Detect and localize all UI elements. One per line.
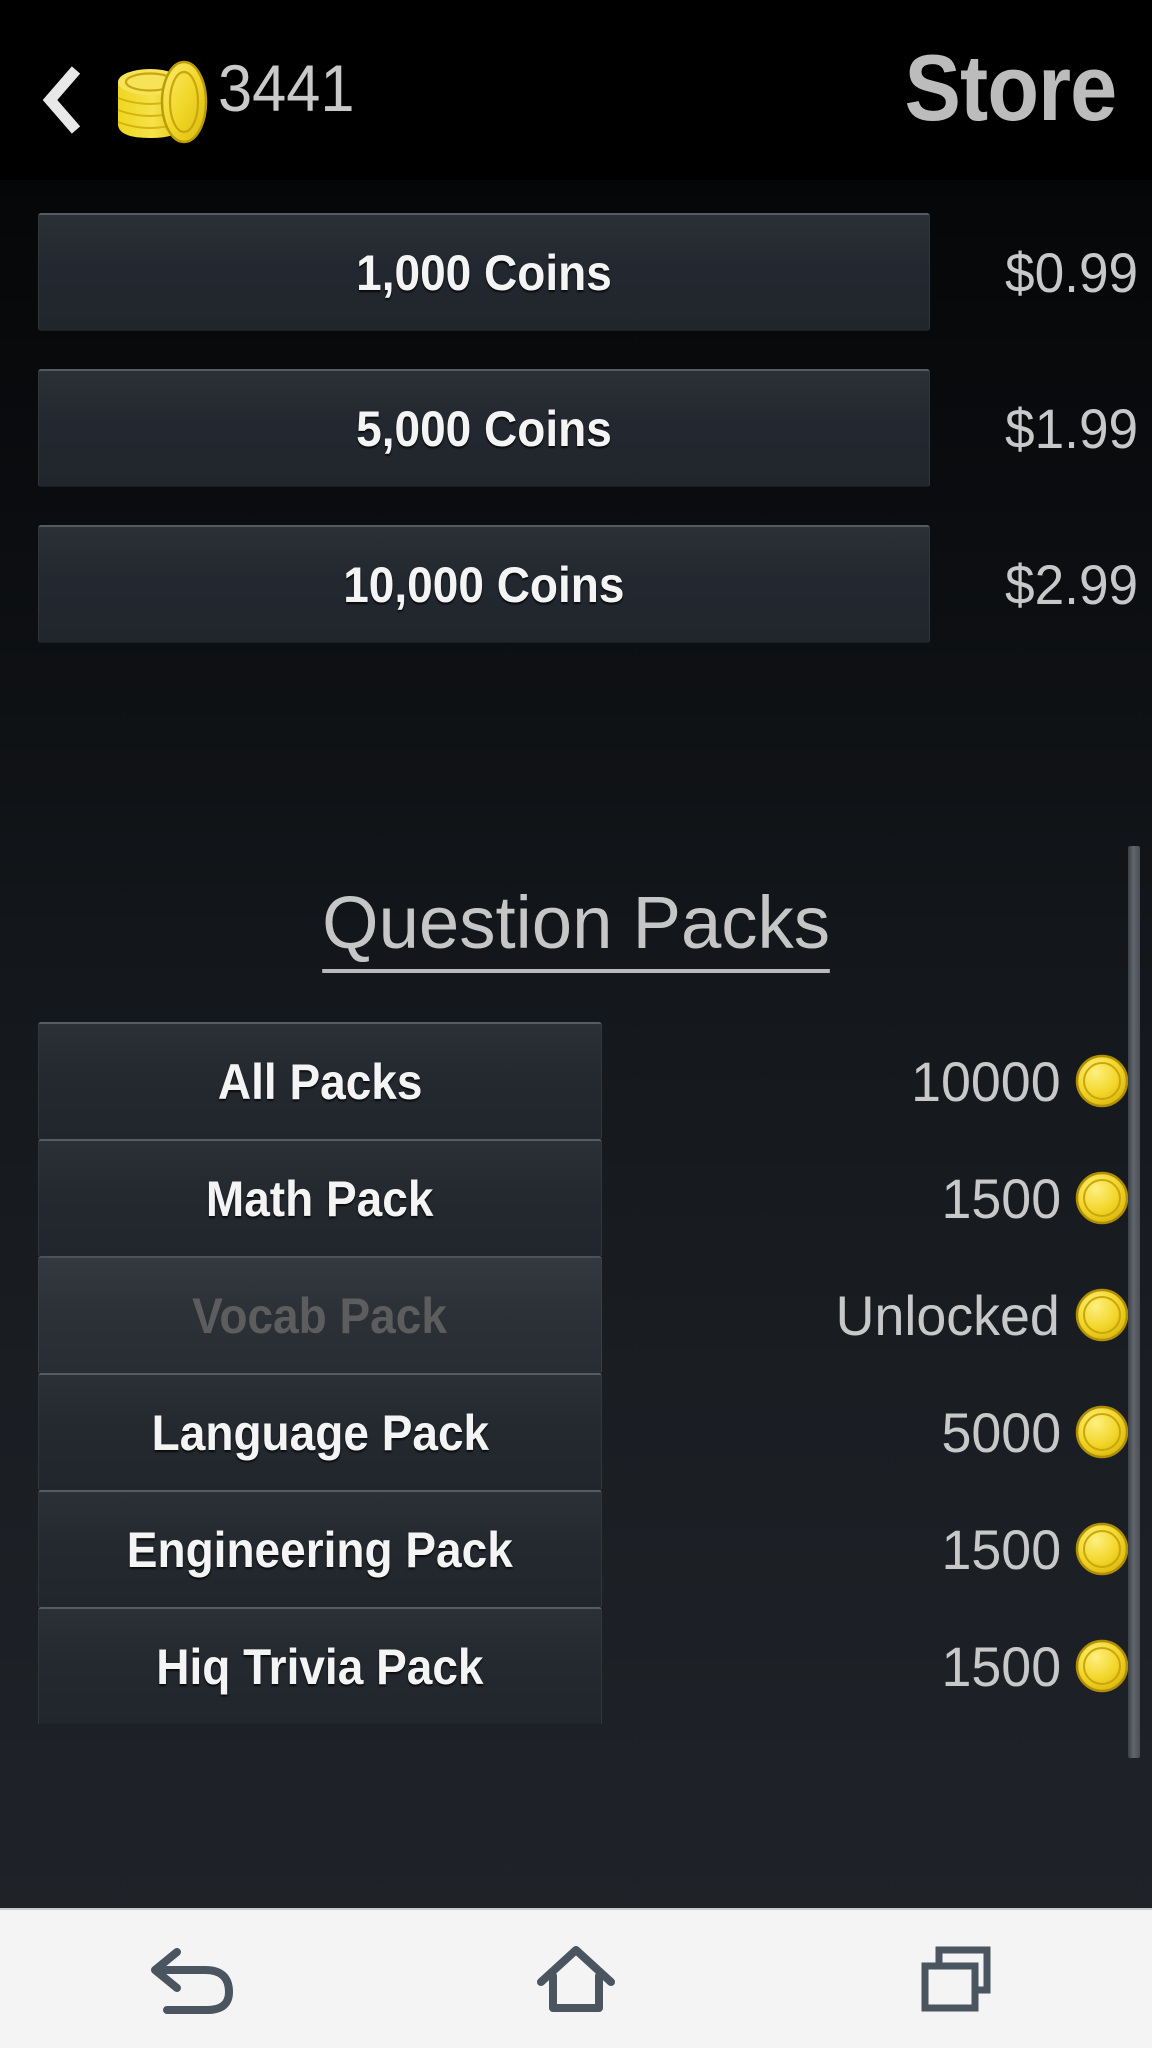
pack-button-all-packs[interactable]: All Packs [38,1022,602,1140]
coin-icon [1075,1522,1129,1576]
pack-button-math-pack[interactable]: Math Pack [38,1139,602,1257]
pack-status: Unlocked [835,1283,1060,1347]
buy-coins-button-10000[interactable]: 10,000 Coins [38,525,930,643]
pack-button-language-pack[interactable]: Language Pack [38,1373,602,1491]
pack-button-hiq-trivia-pack[interactable]: Hiq Trivia Pack [38,1607,602,1725]
pack-price-group: 1500 [939,1607,1130,1725]
header-bar: 3441 Store [0,0,1152,180]
coin-icon [1075,1639,1129,1693]
pack-button-engineering-pack[interactable]: Engineering Pack [38,1490,602,1608]
pack-label: Engineering Pack [126,1521,514,1578]
pack-label: Math Pack [206,1170,434,1227]
list-item: All Packs 10000 [0,1022,1152,1140]
list-item: Hiq Trivia Pack 1500 [0,1607,1152,1725]
list-item: Math Pack 1500 [0,1139,1152,1257]
pack-label: Vocab Pack [192,1287,448,1344]
pack-price-group: 1500 [939,1490,1130,1608]
page-title: Store [904,35,1117,140]
coin-pack-row: 5,000 Coins $1.99 [0,369,1152,487]
buy-coins-button-1000[interactable]: 1,000 Coins [38,213,930,331]
list-item: Vocab Pack Unlocked [0,1256,1152,1374]
list-item: Engineering Pack 1500 [0,1490,1152,1608]
pack-price: 1500 [941,1517,1062,1581]
pack-price-group: 5000 [939,1373,1130,1491]
pack-label: Hiq Trivia Pack [156,1638,484,1695]
chevron-left-icon [42,66,81,134]
home-icon [537,1946,615,2012]
question-pack-list: All Packs 10000 Math Pack 1500 Vocab Pac… [0,1022,1152,1908]
nav-recent-apps-button[interactable] [768,1909,1152,2048]
pack-label: All Packs [217,1053,423,1110]
pack-price: 1500 [941,1634,1062,1698]
list-item: Language Pack 5000 [0,1373,1152,1491]
scrollbar-thumb[interactable] [1128,846,1140,1758]
nav-back-button[interactable] [0,1909,384,2048]
coin-icon [1075,1288,1129,1342]
coin-pack-price: $0.99 [1004,240,1138,304]
coin-pack-price: $1.99 [1004,396,1138,460]
pack-price: 5000 [941,1400,1062,1464]
coin-icon [1075,1171,1129,1225]
buy-coins-button-5000[interactable]: 5,000 Coins [38,369,930,487]
section-heading-label: Question Packs [322,880,830,973]
coin-pack-row: 10,000 Coins $2.99 [0,525,1152,643]
pack-price-group: Unlocked [831,1256,1130,1374]
coin-icon [1075,1054,1129,1108]
coin-pack-label: 10,000 Coins [343,556,625,613]
pack-price-group: 1500 [939,1139,1130,1257]
coin-balance: 3441 [218,51,355,125]
nav-home-button[interactable] [384,1909,768,2048]
back-button[interactable] [40,62,90,138]
coin-pack-label: 5,000 Coins [356,400,612,457]
pack-price: 10000 [911,1049,1061,1113]
pack-price: 1500 [941,1166,1062,1230]
store-screen: 3441 Store 1,000 Coins $0.99 5,000 Coins… [0,0,1152,2048]
section-heading: Question Packs [0,880,1152,973]
android-navigation-bar [0,1908,1152,2048]
coin-icon [1075,1405,1129,1459]
back-arrow-icon [151,1948,233,2014]
pack-button-vocab-pack: Vocab Pack [38,1256,602,1374]
coin-pack-label: 1,000 Coins [356,244,612,301]
pack-label: Language Pack [151,1404,489,1461]
pack-price-group: 10000 [908,1022,1130,1140]
coin-pack-price: $2.99 [1004,552,1138,616]
scrollbar-track[interactable] [1128,838,1140,1908]
recent-apps-icon [921,1946,991,2012]
coin-stack-icon [104,58,214,146]
coin-pack-row: 1,000 Coins $0.99 [0,213,1152,331]
